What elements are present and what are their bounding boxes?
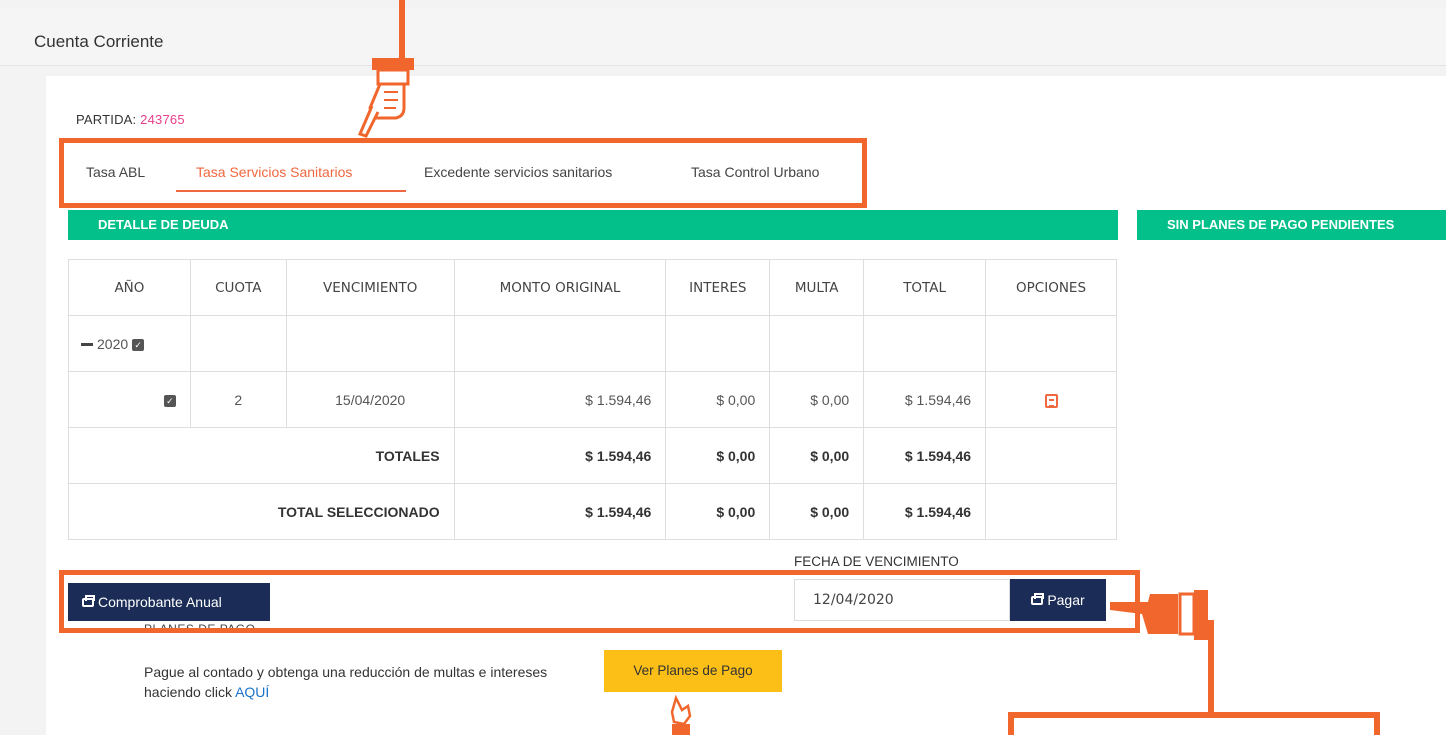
- partida-value: 243765: [140, 112, 185, 127]
- tab-tasa-servicios-sanitarios[interactable]: Tasa Servicios Sanitarios: [176, 154, 406, 192]
- totales-label: TOTALES: [68, 427, 455, 484]
- row-total: $ 1.594,46: [863, 371, 987, 428]
- checkbox-checked-icon[interactable]: ✓: [163, 394, 176, 407]
- pointing-hand-icon: [670, 694, 692, 735]
- row-multa: $ 0,00: [769, 371, 865, 428]
- comprobante-anual-label: Comprobante Anual: [98, 594, 222, 610]
- detalle-deuda-header: DETALLE DE DEUDA: [68, 210, 1118, 240]
- pague-contado-text: Pague al contado y obtenga una reducción…: [144, 662, 594, 702]
- total-seleccionado-row: TOTAL SELECCIONADO $ 1.594,46 $ 0,00 $ 0…: [68, 483, 1117, 540]
- col-header-opciones: OPCIONES: [985, 259, 1117, 316]
- col-header-monto-original: MONTO ORIGINAL: [453, 259, 667, 316]
- pointer-line-bottom-left: [1008, 712, 1014, 735]
- year-row: 2020 ✓: [68, 315, 1117, 372]
- print-icon: [82, 594, 95, 607]
- tab-tasa-abl[interactable]: Tasa ABL: [86, 154, 145, 192]
- col-header-vencimiento: VENCIMIENTO: [285, 259, 455, 316]
- total-seleccionado-multa: $ 0,00: [769, 483, 865, 540]
- col-header-multa: MULTA: [769, 259, 865, 316]
- page-header: Cuenta Corriente: [0, 8, 1446, 66]
- totales-interes: $ 0,00: [665, 427, 771, 484]
- planes-pendientes-header: SIN PLANES DE PAGO PENDIENTES: [1137, 210, 1446, 240]
- col-header-total: TOTAL: [863, 259, 987, 316]
- print-icon: [1031, 592, 1045, 605]
- minus-icon[interactable]: [81, 343, 93, 347]
- row-opciones: [985, 371, 1117, 428]
- total-seleccionado-total: $ 1.594,46: [863, 483, 987, 540]
- col-header-cuota: CUOTA: [189, 259, 287, 316]
- col-header-anio: AÑO: [68, 259, 191, 316]
- debt-table: AÑO CUOTA VENCIMIENTO MONTO ORIGINAL INT…: [68, 259, 1117, 540]
- pointing-hand-icon: [357, 58, 414, 138]
- row-select-cell: ✓: [68, 371, 191, 428]
- aqui-link[interactable]: AQUÍ: [235, 684, 269, 700]
- pagar-button[interactable]: Pagar: [1010, 579, 1106, 621]
- totales-multa: $ 0,00: [769, 427, 865, 484]
- checkbox-checked-icon[interactable]: ✓: [132, 338, 145, 351]
- year-cell: 2020 ✓: [68, 315, 191, 372]
- partida: PARTIDA: 243765: [76, 112, 185, 127]
- totales-row: TOTALES $ 1.594,46 $ 0,00 $ 0,00 $ 1.594…: [68, 427, 1117, 484]
- pointer-line-top: [399, 0, 405, 60]
- fecha-vencimiento-label: FECHA DE VENCIMIENTO: [794, 554, 959, 569]
- total-seleccionado-label: TOTAL SELECCIONADO: [68, 483, 455, 540]
- totales-monto-original: $ 1.594,46: [453, 427, 667, 484]
- row-cuota: 2: [189, 371, 287, 428]
- row-vencimiento: 15/04/2020: [285, 371, 455, 428]
- fecha-vencimiento-input[interactable]: [794, 579, 1010, 621]
- pointer-line-bottom: [1008, 712, 1380, 718]
- partida-label: PARTIDA:: [76, 112, 137, 127]
- pagar-label: Pagar: [1047, 592, 1085, 608]
- tab-excedente-servicios-sanitarios[interactable]: Excedente servicios sanitarios: [424, 154, 612, 192]
- total-seleccionado-monto-original: $ 1.594,46: [453, 483, 667, 540]
- pointing-hand-icon: [1110, 590, 1208, 640]
- planes-de-pago-label: PLANES DE PAGO: [144, 622, 256, 630]
- pointer-line-bottom-right: [1374, 712, 1380, 735]
- file-pdf-icon[interactable]: [1044, 393, 1058, 408]
- ver-planes-de-pago-button[interactable]: Ver Planes de Pago: [604, 650, 782, 692]
- pointer-line-right: [1208, 620, 1214, 718]
- table-header-row: AÑO CUOTA VENCIMIENTO MONTO ORIGINAL INT…: [68, 259, 1117, 316]
- comprobante-anual-button[interactable]: Comprobante Anual: [68, 583, 270, 621]
- page-title: Cuenta Corriente: [34, 32, 164, 51]
- tab-tasa-control-urbano[interactable]: Tasa Control Urbano: [691, 154, 819, 192]
- row-monto-original: $ 1.594,46: [453, 371, 667, 428]
- total-seleccionado-interes: $ 0,00: [665, 483, 771, 540]
- row-interes: $ 0,00: [665, 371, 771, 428]
- year-label: 2020: [97, 335, 129, 352]
- totales-total: $ 1.594,46: [863, 427, 987, 484]
- pague-contado-message: Pague al contado y obtenga una reducción…: [144, 664, 548, 700]
- col-header-interes: INTERES: [665, 259, 771, 316]
- table-row: ✓ 2 15/04/2020 $ 1.594,46 $ 0,00 $ 0,00 …: [68, 371, 1117, 428]
